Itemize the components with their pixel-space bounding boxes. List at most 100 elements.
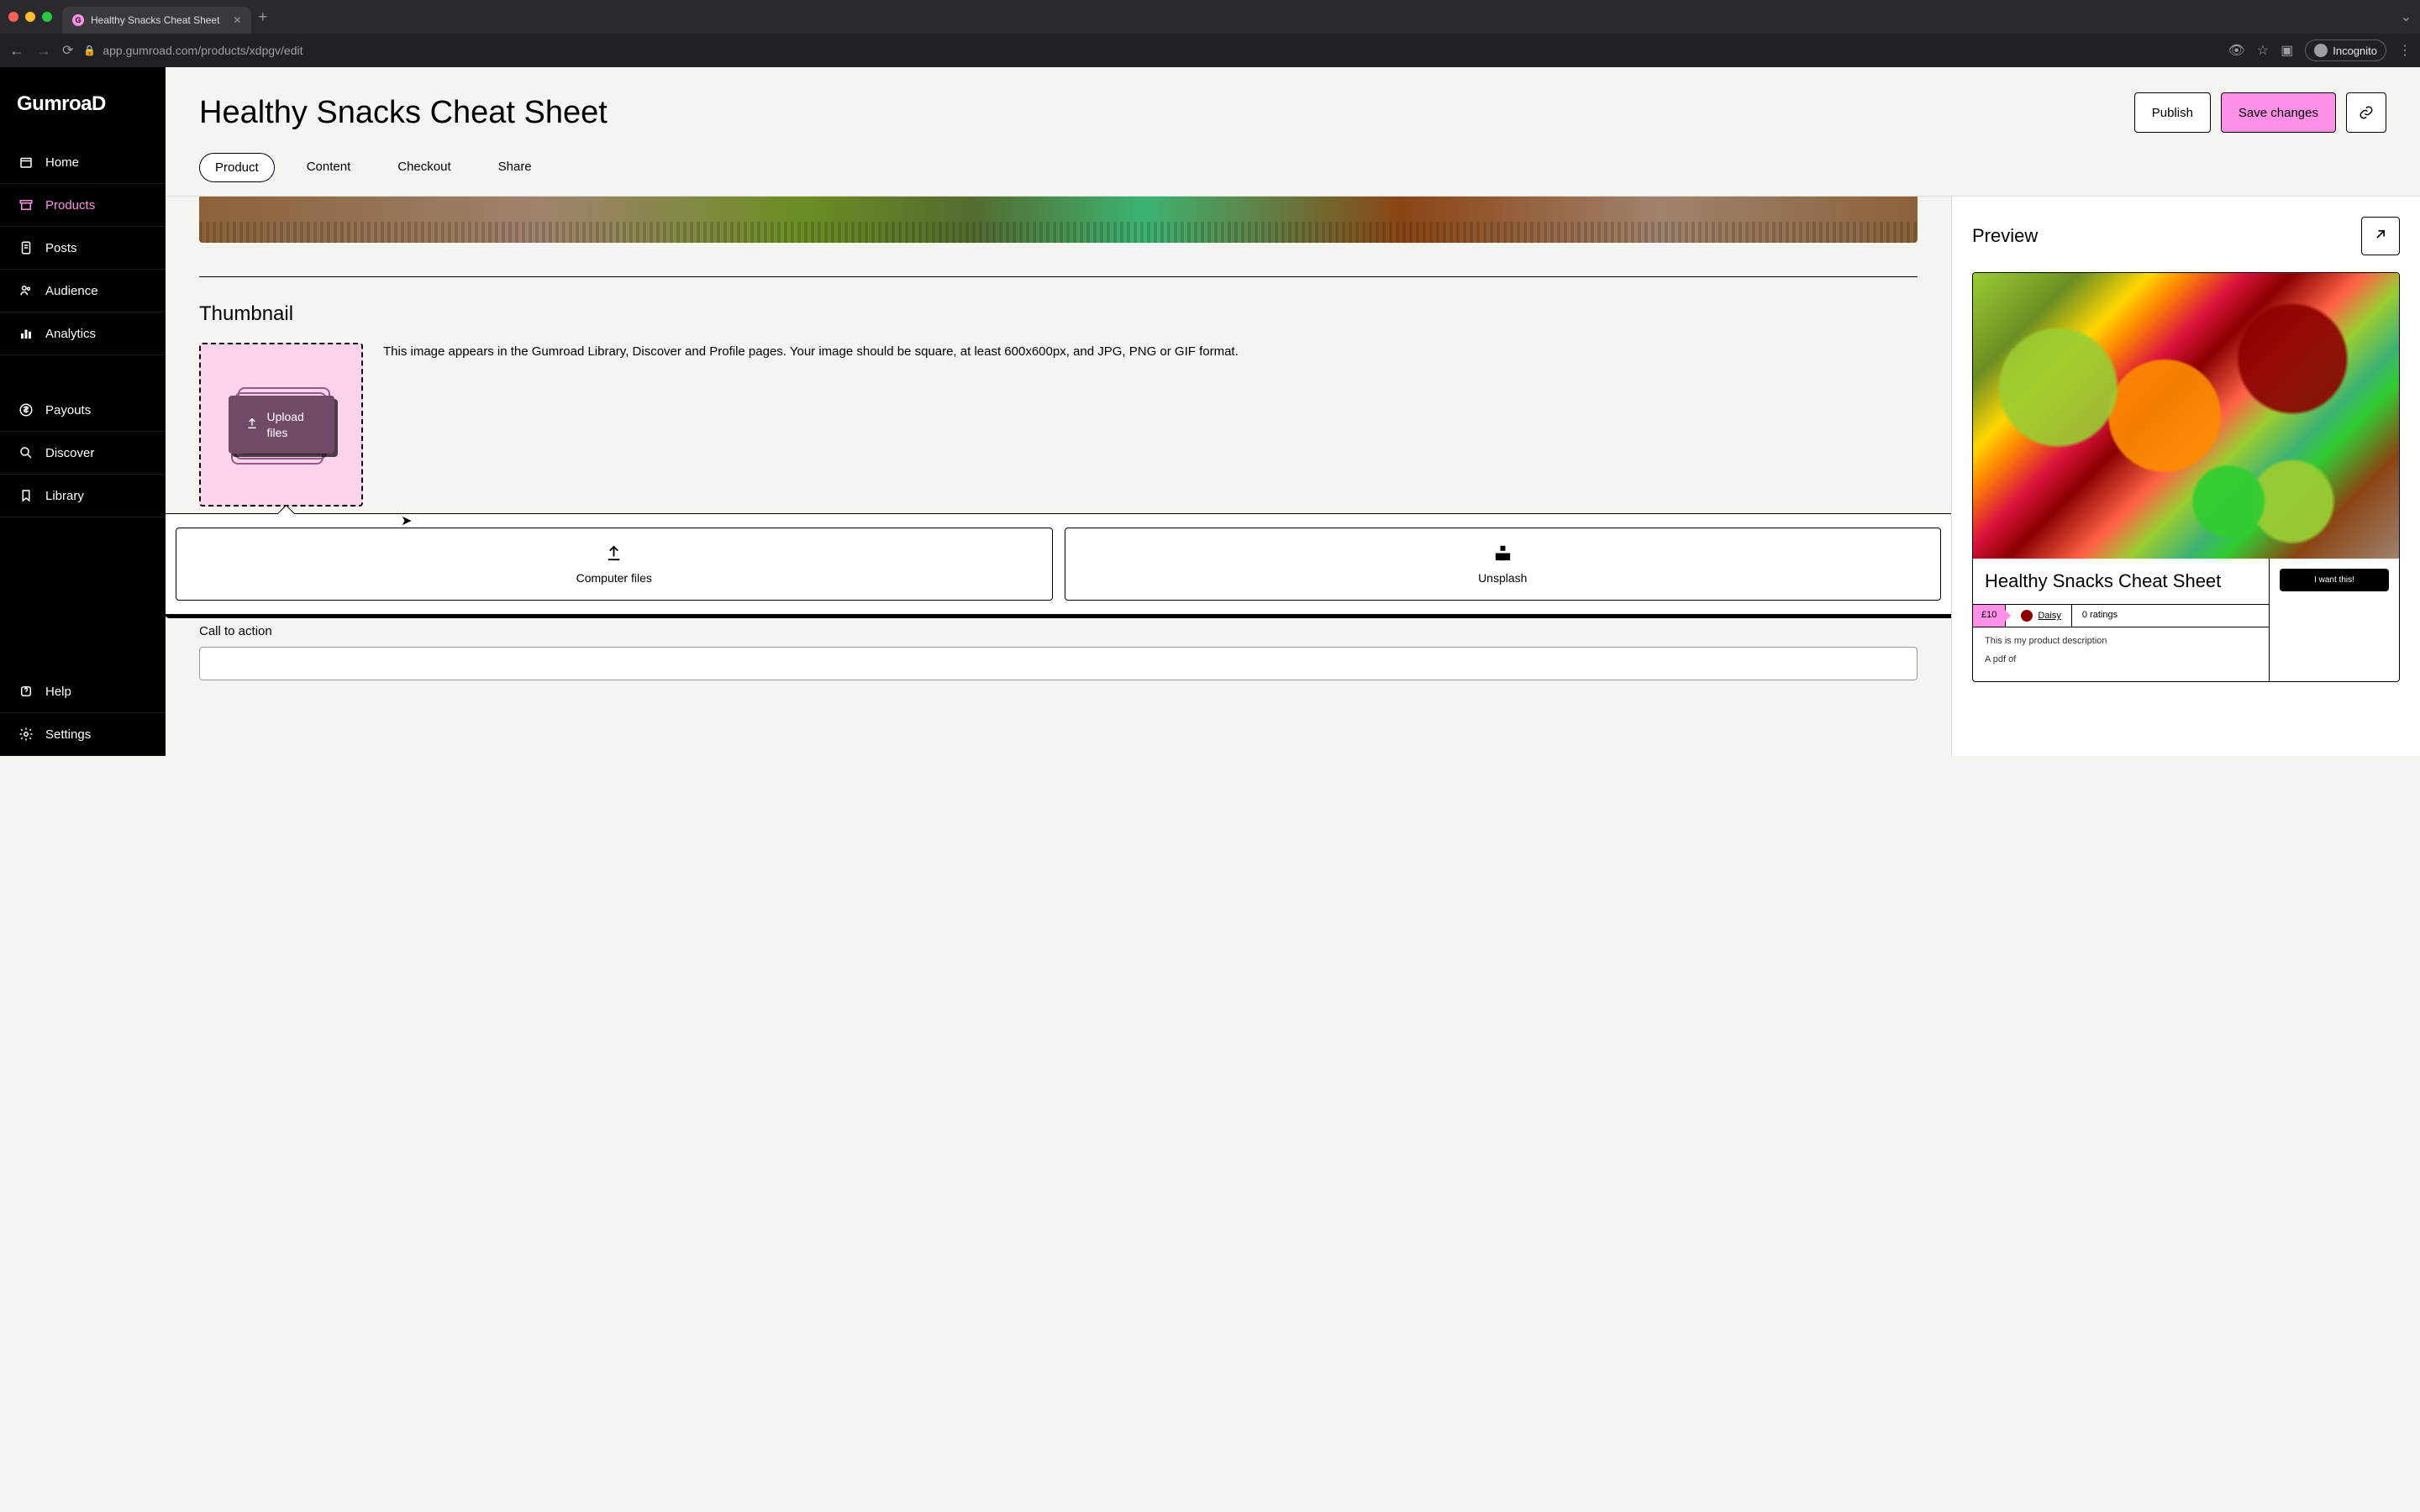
sidebar: GumroaD Home Products Posts Audience Ana… (0, 67, 166, 756)
address-bar: ← → ⟳ 🔒 app.gumroad.com/products/xdpgv/e… (0, 34, 2420, 67)
panel-icon[interactable]: ▣ (2281, 42, 2293, 59)
desc-line-2: A pdf of (1985, 654, 2257, 664)
sidebar-item-payouts[interactable]: Payouts (0, 389, 166, 432)
link-button[interactable] (2346, 92, 2386, 133)
cover-image[interactable] (199, 197, 1918, 243)
preview-panel: Preview Healthy Snacks Cheat Sheet £10 (1951, 197, 2420, 756)
thumbnail-heading: Thumbnail (199, 302, 1918, 326)
upload-label: Upload files (267, 409, 318, 439)
author-name: Daisy (2038, 611, 2061, 621)
upload-icon (245, 417, 259, 433)
close-tab-icon[interactable]: ✕ (233, 14, 241, 26)
publish-button[interactable]: Publish (2134, 92, 2211, 133)
preview-card: Healthy Snacks Cheat Sheet £10 Daisy 0 r… (1972, 272, 2400, 682)
forward-button[interactable]: → (35, 42, 52, 60)
sidebar-item-settings[interactable]: Settings (0, 713, 166, 756)
window-controls (8, 12, 52, 22)
url-text: app.gumroad.com/products/xdpgv/edit (103, 44, 302, 57)
preview-price: £10 (1973, 605, 2006, 627)
tab-content[interactable]: Content (292, 153, 366, 182)
incognito-badge[interactable]: Incognito (2305, 39, 2386, 61)
file-icon (18, 240, 34, 255)
preview-ratings: 0 ratings (2072, 605, 2128, 627)
favicon-icon: G (72, 14, 84, 26)
sidebar-item-label: Analytics (45, 327, 96, 341)
sidebar-item-label: Library (45, 489, 84, 503)
computer-files-button[interactable]: Computer files (176, 528, 1053, 601)
sidebar-item-label: Audience (45, 284, 98, 298)
reload-button[interactable]: ⟳ (62, 42, 73, 59)
tabs-dropdown-icon[interactable]: ⌄ (2401, 8, 2412, 25)
cta-label: Call to action (199, 624, 1918, 638)
desc-line-1: This is my product description (1985, 636, 2257, 646)
preview-cover-image (1973, 273, 2399, 559)
upload-files-button[interactable]: Upload files (229, 396, 334, 453)
close-window-button[interactable] (8, 12, 18, 22)
preview-heading: Preview (1972, 225, 2038, 247)
tab-product[interactable]: Product (199, 153, 275, 182)
tab-checkout[interactable]: Checkout (382, 153, 466, 182)
sidebar-item-products[interactable]: Products (0, 184, 166, 227)
new-tab-button[interactable]: + (258, 8, 267, 26)
sidebar-item-analytics[interactable]: Analytics (0, 312, 166, 355)
button-label: Computer files (576, 571, 652, 585)
browser-tab[interactable]: G Healthy Snacks Cheat Sheet ✕ (62, 7, 251, 34)
divider (199, 276, 1918, 277)
button-label: Unsplash (1478, 571, 1527, 585)
unsplash-button[interactable]: Unsplash (1065, 528, 1942, 601)
open-preview-button[interactable] (2361, 217, 2400, 255)
users-icon (18, 283, 34, 298)
minimize-window-button[interactable] (25, 12, 35, 22)
upload-source-popover: Computer files Unsplash (166, 513, 1951, 615)
want-this-button[interactable]: I want this! (2280, 569, 2389, 591)
archive-icon (18, 197, 34, 213)
preview-description: This is my product description A pdf of (1973, 627, 2269, 681)
main-content: Healthy Snacks Cheat Sheet Publish Save … (166, 67, 2420, 756)
help-icon (18, 684, 34, 699)
logo[interactable]: GumroaD (0, 84, 166, 141)
sidebar-item-posts[interactable]: Posts (0, 227, 166, 270)
preview-author[interactable]: Daisy (2006, 605, 2072, 627)
bookmark-icon (18, 488, 34, 503)
avatar-icon (2021, 610, 2033, 622)
sidebar-item-home[interactable]: Home (0, 141, 166, 184)
maximize-window-button[interactable] (42, 12, 52, 22)
gear-icon (18, 727, 34, 742)
sidebar-item-audience[interactable]: Audience (0, 270, 166, 312)
sidebar-item-discover[interactable]: Discover (0, 432, 166, 475)
sidebar-item-library[interactable]: Library (0, 475, 166, 517)
tab-title: Healthy Snacks Cheat Sheet (91, 14, 219, 26)
incognito-label: Incognito (2333, 45, 2377, 57)
sidebar-item-label: Help (45, 685, 71, 699)
tab-share[interactable]: Share (483, 153, 547, 182)
browser-tab-bar: G Healthy Snacks Cheat Sheet ✕ + ⌄ (0, 0, 2420, 34)
tabs: Product Content Checkout Share (199, 153, 2386, 196)
sidebar-item-label: Home (45, 155, 79, 170)
preview-product-title: Healthy Snacks Cheat Sheet (1973, 559, 2269, 604)
sidebar-item-label: Products (45, 198, 95, 213)
search-icon (18, 445, 34, 460)
home-icon (18, 155, 34, 170)
editor-column: Thumbnail Upload files This image appear… (166, 197, 1951, 756)
incognito-icon (2314, 44, 2328, 57)
dollar-icon (18, 402, 34, 417)
star-icon[interactable]: ☆ (2257, 42, 2269, 59)
kebab-menu-icon[interactable]: ⋮ (2398, 42, 2412, 59)
upload-icon (604, 543, 623, 563)
sidebar-item-label: Settings (45, 727, 91, 742)
sidebar-item-help[interactable]: Help (0, 670, 166, 713)
back-button[interactable]: ← (8, 42, 25, 60)
thumbnail-dropzone[interactable]: Upload files (199, 343, 363, 507)
sidebar-item-label: Payouts (45, 403, 91, 417)
unsplash-icon (1493, 543, 1512, 563)
eye-off-icon[interactable]: 👁 (2228, 42, 2244, 59)
url-field[interactable]: 🔒 app.gumroad.com/products/xdpgv/edit (83, 44, 2217, 57)
cta-input[interactable] (199, 647, 1918, 680)
save-button[interactable]: Save changes (2221, 92, 2336, 133)
link-icon (2359, 111, 2374, 125)
page-title: Healthy Snacks Cheat Sheet (199, 95, 608, 131)
sidebar-item-label: Discover (45, 446, 94, 460)
external-link-icon (2372, 226, 2389, 247)
lock-icon: 🔒 (83, 45, 96, 56)
chart-icon (18, 326, 34, 341)
